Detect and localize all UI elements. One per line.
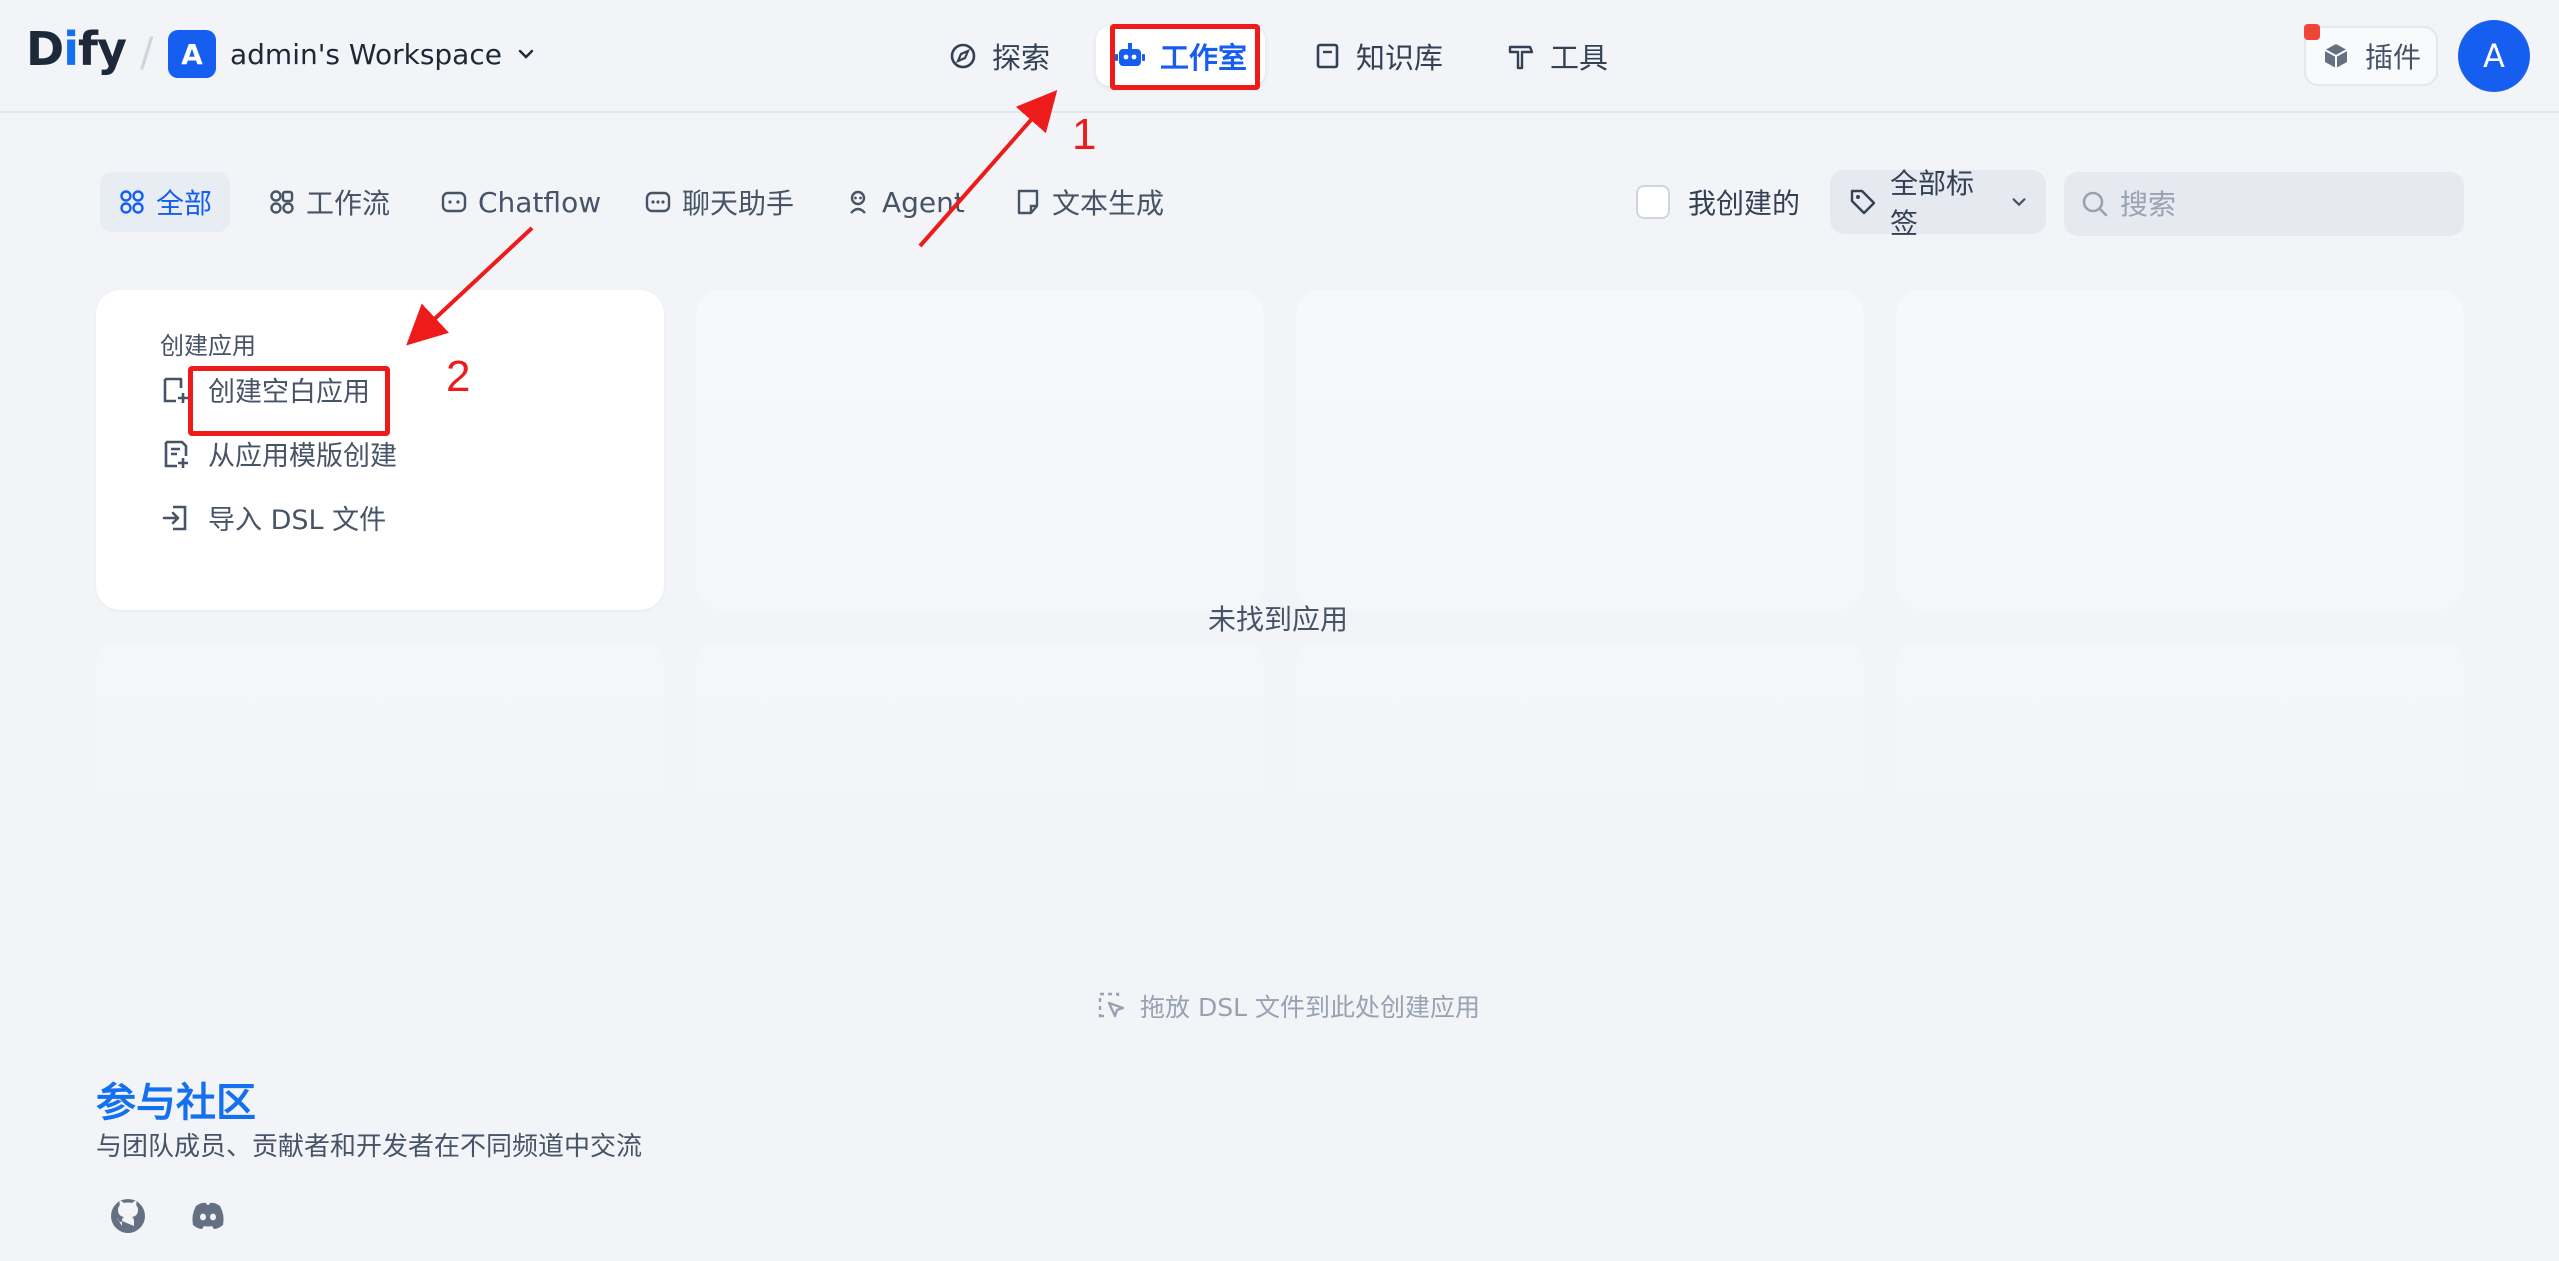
plugins-button[interactable]: 插件 (2304, 26, 2438, 86)
placeholder-card (696, 290, 1264, 610)
nav-label: 探索 (992, 41, 1051, 75)
workspace-name: admin's Workspace (230, 37, 502, 71)
document-icon (1014, 188, 1042, 216)
annotation-step-2: 2 (446, 352, 471, 401)
plugins-label: 插件 (2364, 41, 2421, 74)
cube-icon (2321, 41, 2351, 71)
create-app-title: 创建应用 (160, 332, 256, 360)
logo-text-accent: i (63, 22, 79, 76)
tab-label: 聊天助手 (682, 187, 795, 220)
drag-drop-icon (1096, 990, 1128, 1022)
user-avatar[interactable]: A (2458, 20, 2530, 92)
book-icon (1312, 41, 1342, 71)
tab-label: Chatflow (478, 185, 602, 219)
nav-explore[interactable]: 探索 (930, 26, 1068, 86)
tab-label: 全部 (156, 187, 213, 220)
import-dsl-label: 导入 DSL 文件 (208, 505, 387, 536)
tag-filter-label: 全部标签 (1890, 167, 1975, 240)
nav-label: 工具 (1550, 41, 1609, 75)
placeholder-card (1896, 290, 2464, 610)
chevron-down-icon (516, 44, 536, 64)
hammer-icon (1506, 41, 1536, 71)
github-icon[interactable] (108, 1196, 148, 1236)
import-icon (160, 502, 192, 534)
tab-label: Agent (882, 185, 965, 219)
dsl-drop-zone[interactable]: 拖放 DSL 文件到此处创建应用 (1096, 988, 1480, 1024)
logo-text-suffix: fy (77, 22, 127, 76)
created-by-me-filter[interactable]: 我创建的 (1636, 182, 1800, 222)
tab-label: 文本生成 (1052, 187, 1165, 220)
tab-chatflow[interactable]: Chatflow (422, 172, 619, 232)
create-from-template-label: 从应用模版创建 (208, 441, 397, 472)
community-title: 参与社区 (96, 1080, 256, 1126)
chatflow-icon (440, 188, 468, 216)
notification-dot (2304, 24, 2320, 40)
tag-icon (1848, 187, 1878, 217)
compass-icon (948, 41, 978, 71)
tag-filter-select[interactable]: 全部标签 (1830, 167, 2046, 240)
tab-label: 工作流 (306, 187, 391, 220)
grid-icon (118, 188, 146, 216)
tab-chat-assistant[interactable]: 聊天助手 (626, 172, 812, 232)
placeholder-card (696, 642, 1264, 862)
chevron-down-icon (2010, 193, 2028, 211)
template-icon (160, 438, 192, 470)
workflow-icon (268, 188, 296, 216)
annotation-box-studio (1110, 24, 1260, 90)
annotation-step-1: 1 (1072, 110, 1097, 159)
create-from-template-button[interactable]: 从应用模版创建 (160, 434, 397, 473)
nav-label: 知识库 (1356, 41, 1444, 75)
empty-state-text: 未找到应用 (1208, 603, 1349, 636)
top-navigation-bar: Dify / A admin's Workspace 探索 工作室 知识库 工具 (0, 0, 2559, 113)
nav-tools[interactable]: 工具 (1488, 26, 1626, 86)
placeholder-card (1296, 290, 1864, 610)
import-dsl-button[interactable]: 导入 DSL 文件 (160, 498, 386, 537)
placeholder-card (1296, 642, 1864, 862)
created-by-me-checkbox[interactable] (1636, 185, 1670, 219)
discord-icon[interactable] (188, 1196, 228, 1236)
drop-hint-text: 拖放 DSL 文件到此处创建应用 (1140, 993, 1480, 1022)
chat-bubble-icon (644, 188, 672, 216)
placeholder-card (1896, 642, 2464, 862)
workspace-switcher[interactable]: A admin's Workspace (168, 30, 536, 78)
created-by-me-label: 我创建的 (1688, 187, 1801, 220)
agent-icon (844, 188, 872, 216)
workspace-badge: A (168, 30, 216, 78)
tab-all[interactable]: 全部 (100, 172, 231, 232)
tab-agent[interactable]: Agent (826, 172, 983, 232)
search-icon (2080, 189, 2110, 219)
create-app-card: 创建应用 创建空白应用 从应用模版创建 导入 DSL 文件 (96, 290, 664, 610)
search-box[interactable] (2064, 172, 2464, 236)
community-subtitle: 与团队成员、贡献者和开发者在不同频道中交流 (96, 1132, 643, 1162)
tab-text-generation[interactable]: 文本生成 (996, 172, 1182, 232)
annotation-box-create-blank (188, 366, 390, 436)
logo-text: D (26, 22, 64, 76)
breadcrumb-separator: / (140, 30, 154, 76)
dify-logo[interactable]: Dify (26, 22, 127, 76)
placeholder-card (96, 642, 664, 862)
nav-knowledge[interactable]: 知识库 (1294, 26, 1461, 86)
search-input[interactable] (2120, 187, 2440, 221)
tab-workflow[interactable]: 工作流 (250, 172, 408, 232)
